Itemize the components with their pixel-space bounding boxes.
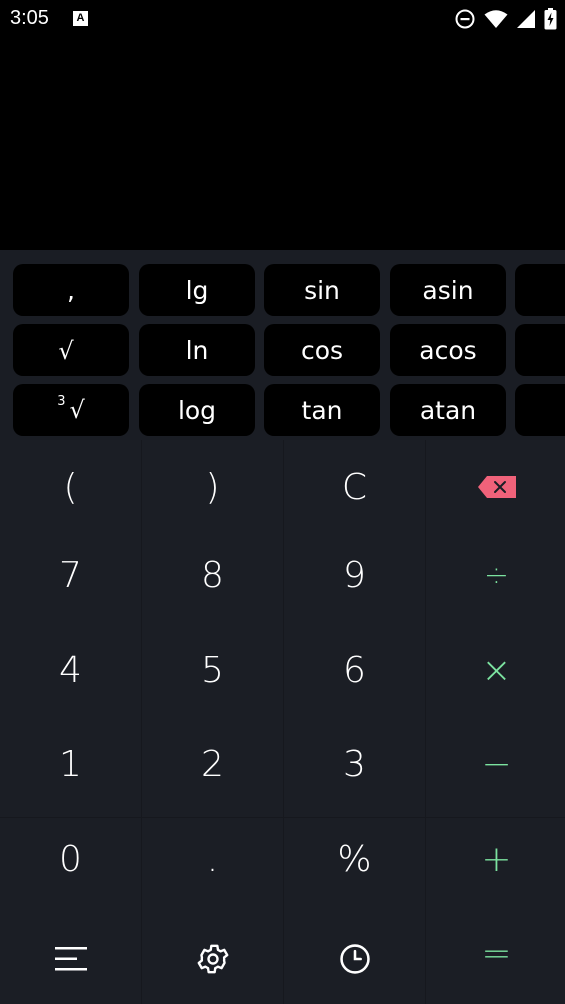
cube-root-radical: √	[69, 396, 85, 424]
settings-icon	[197, 944, 228, 974]
digit-2-key[interactable]: 2	[142, 717, 283, 811]
digit-5-label: 5	[201, 649, 224, 691]
sin-key[interactable]: sin	[264, 264, 380, 316]
cos-label: cos	[300, 335, 344, 365]
atan-key[interactable]: atan	[390, 384, 506, 436]
cube-root-key[interactable]: 3 √	[13, 384, 129, 436]
asin-key[interactable]: asin	[390, 264, 506, 316]
atan-label: atan	[419, 395, 477, 425]
comma-label: ,	[67, 275, 75, 305]
percent-key[interactable]: %	[284, 812, 425, 906]
status-bar: 3:05 A	[0, 0, 565, 38]
percent-label: %	[337, 838, 372, 880]
sci-key-partial-2[interactable]	[515, 324, 565, 376]
digit-7-key[interactable]: 7	[0, 528, 141, 622]
equals-key[interactable]: =	[426, 906, 565, 1000]
history-icon	[339, 944, 370, 974]
history-button[interactable]	[284, 912, 425, 1004]
subtract-key[interactable]: −	[426, 717, 565, 811]
open-paren-label: (	[63, 466, 78, 508]
log-label: log	[177, 395, 217, 425]
digit-7-label: 7	[59, 554, 82, 596]
digit-4-key[interactable]: 4	[0, 623, 141, 717]
digit-5-key[interactable]: 5	[142, 623, 283, 717]
digit-1-key[interactable]: 1	[0, 717, 141, 811]
digit-2-label: 2	[201, 743, 224, 785]
backspace-key[interactable]	[426, 440, 565, 534]
close-paren-key[interactable]: )	[142, 440, 283, 534]
tan-key[interactable]: tan	[264, 384, 380, 436]
scientific-panel[interactable]: , lg sin asin √ ln cos acos 3 √ log tan …	[0, 250, 565, 445]
comma-key[interactable]: ,	[13, 264, 129, 316]
decimal-point-label: .	[206, 838, 219, 880]
notification-app-icon: A	[73, 11, 88, 26]
divide-label: ÷	[483, 557, 510, 593]
battery-charging-icon	[544, 8, 557, 30]
sci-key-partial-1[interactable]	[515, 264, 565, 316]
digit-9-label: 9	[343, 554, 366, 596]
digit-0-label: 0	[59, 838, 82, 880]
digit-3-label: 3	[343, 743, 366, 785]
digit-8-key[interactable]: 8	[142, 528, 283, 622]
digit-6-key[interactable]: 6	[284, 623, 425, 717]
status-time: 3:05	[10, 7, 49, 29]
digit-1-label: 1	[59, 743, 82, 785]
acos-label: acos	[419, 335, 477, 365]
sqrt-label: √	[58, 336, 74, 365]
lg-label: lg	[185, 275, 209, 305]
multiply-key[interactable]: ×	[426, 623, 565, 717]
digit-4-label: 4	[59, 649, 82, 691]
open-paren-key[interactable]: (	[0, 440, 141, 534]
close-paren-label: )	[205, 466, 220, 508]
digit-9-key[interactable]: 9	[284, 528, 425, 622]
tan-label: tan	[301, 395, 343, 425]
do-not-disturb-icon	[455, 9, 475, 29]
wifi-icon	[484, 10, 508, 28]
digit-3-key[interactable]: 3	[284, 717, 425, 811]
sqrt-key[interactable]: √	[13, 324, 129, 376]
signal-icon	[517, 10, 535, 28]
digit-0-key[interactable]: 0	[0, 812, 141, 906]
sin-label: sin	[304, 275, 340, 305]
calculator-display	[0, 38, 565, 250]
cos-key[interactable]: cos	[264, 324, 380, 376]
equals-label: =	[481, 932, 512, 974]
backspace-icon	[477, 476, 516, 498]
divide-key[interactable]: ÷	[426, 528, 565, 622]
decimal-point-key[interactable]: .	[142, 812, 283, 906]
settings-button[interactable]	[142, 912, 283, 1004]
log-key[interactable]: log	[139, 384, 255, 436]
status-icons	[454, 8, 557, 30]
cube-root-index: 3	[57, 393, 66, 409]
sci-key-partial-3[interactable]	[515, 384, 565, 436]
menu-icon	[54, 947, 87, 971]
ln-key[interactable]: ln	[139, 324, 255, 376]
ln-label: ln	[185, 335, 209, 365]
menu-button[interactable]	[0, 912, 141, 1004]
keypad: ( ) C 7 8 9 ÷ 4 5 6 × 1 2 3 − 0 . % + =	[0, 440, 565, 1004]
add-key[interactable]: +	[426, 812, 565, 906]
digit-8-label: 8	[201, 554, 224, 596]
clear-key[interactable]: C	[284, 440, 425, 534]
clear-label: C	[341, 466, 368, 508]
lg-key[interactable]: lg	[139, 264, 255, 316]
multiply-label: ×	[481, 649, 512, 691]
asin-label: asin	[422, 275, 474, 305]
add-label: +	[481, 838, 512, 880]
subtract-label: −	[481, 743, 512, 785]
acos-key[interactable]: acos	[390, 324, 506, 376]
digit-6-label: 6	[343, 649, 366, 691]
